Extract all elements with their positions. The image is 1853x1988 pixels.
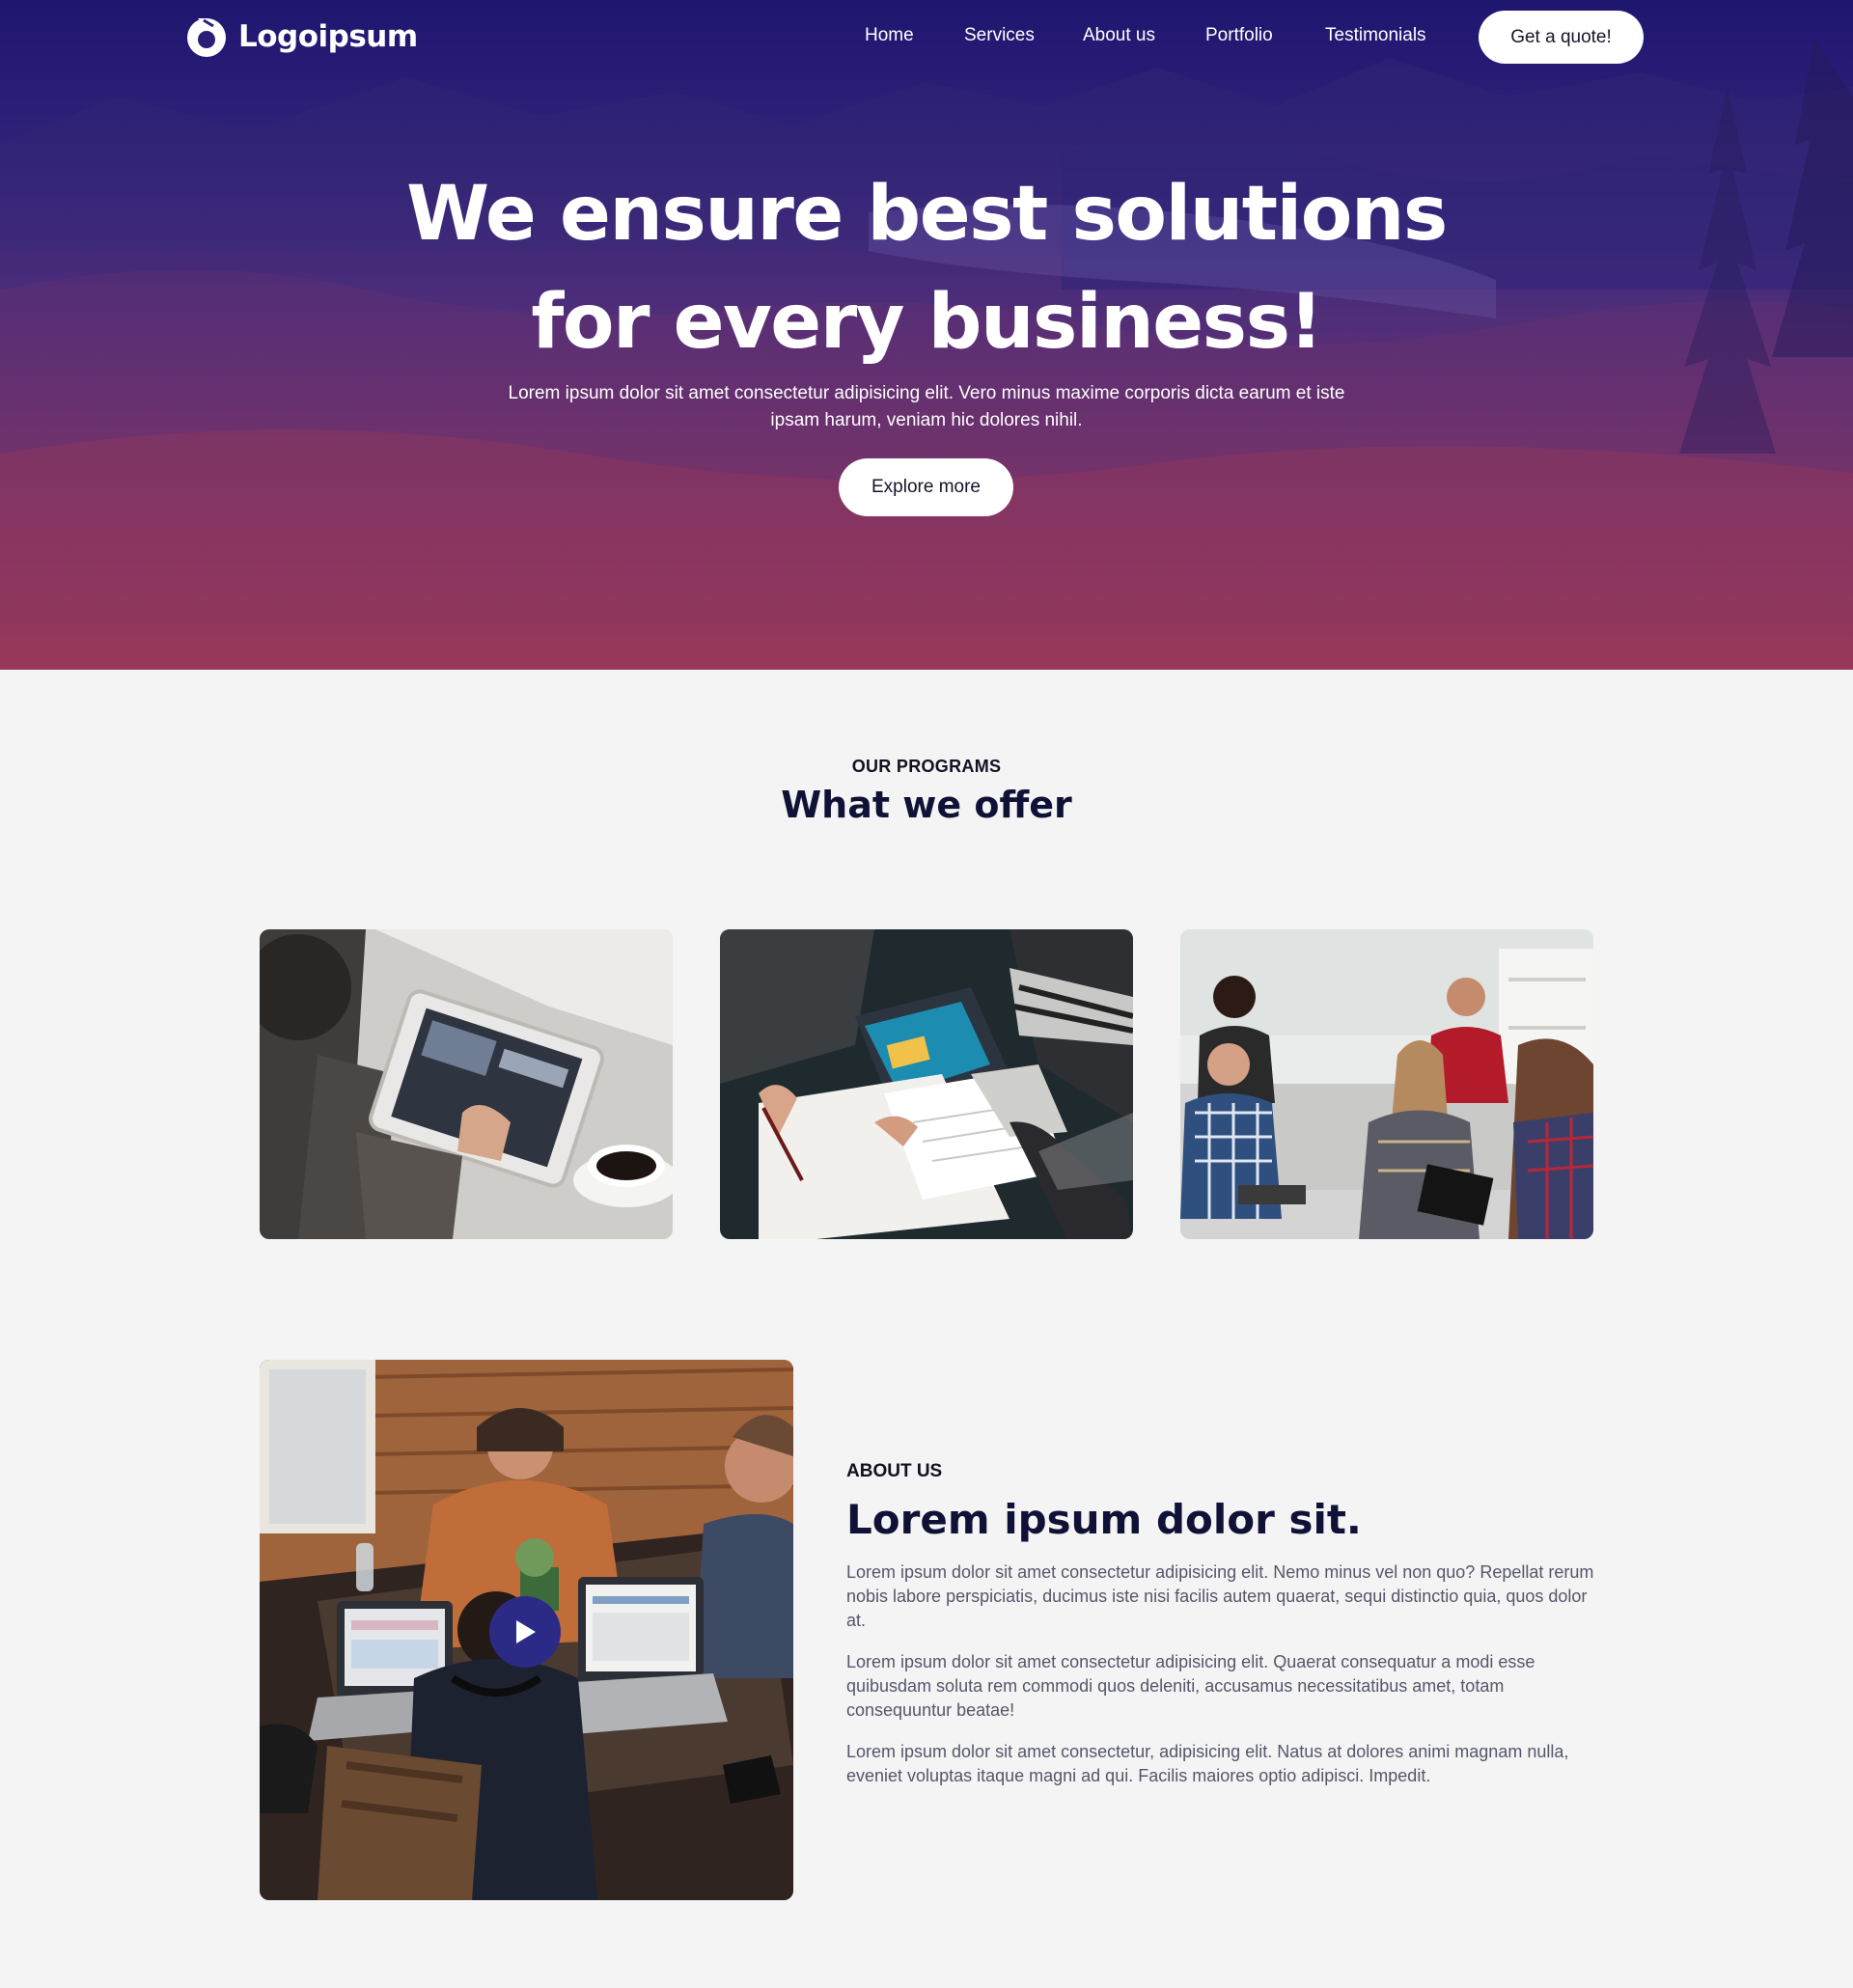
programs-title: What we offer <box>781 784 1072 826</box>
program-card-tablet[interactable] <box>260 929 673 1239</box>
nav-link-portfolio[interactable]: Portfolio <box>1205 25 1273 46</box>
about-video-thumbnail[interactable] <box>260 1360 793 1900</box>
play-video-button[interactable] <box>489 1596 561 1668</box>
logo-icon <box>187 18 226 57</box>
nav-link-testimonials[interactable]: Testimonials <box>1325 25 1426 46</box>
about-eyebrow: ABOUT US <box>846 1461 943 1481</box>
about-title: Lorem ipsum dolor sit. <box>846 1496 1362 1543</box>
nav-link-about-us[interactable]: About us <box>1083 25 1155 46</box>
hero-section: Logoipsum Home Services About us Portfol… <box>0 0 1853 670</box>
about-paragraph-1: Lorem ipsum dolor sit amet consectetur a… <box>846 1562 1594 1630</box>
hero-title-line-1: We ensure best solutions <box>406 171 1448 258</box>
get-quote-button[interactable]: Get a quote! <box>1479 11 1644 64</box>
nav-link-services[interactable]: Services <box>964 25 1035 46</box>
program-card-team-papers[interactable] <box>720 929 1133 1239</box>
hero-title-line-2: for every business! <box>531 279 1323 366</box>
nav-link-home[interactable]: Home <box>865 25 914 46</box>
hero-subtitle: Lorem ipsum dolor sit amet consectetur a… <box>508 383 1345 430</box>
program-image-tablet <box>260 929 673 1239</box>
explore-more-button[interactable]: Explore more <box>839 458 1013 516</box>
logo-text: Logoipsum <box>238 19 418 54</box>
program-image-meeting <box>1180 929 1593 1239</box>
top-navigation: Logoipsum Home Services About us Portfol… <box>0 0 1853 75</box>
program-card-meeting[interactable] <box>1180 929 1593 1239</box>
brand-logo[interactable]: Logoipsum <box>184 14 418 59</box>
hero-title: We ensure best solutions for every busin… <box>0 160 1853 376</box>
program-image-team-papers <box>720 929 1133 1239</box>
about-paragraph-3: Lorem ipsum dolor sit amet consectetur, … <box>846 1742 1569 1785</box>
play-icon <box>516 1620 536 1643</box>
about-paragraph-2: Lorem ipsum dolor sit amet consectetur a… <box>846 1652 1535 1720</box>
programs-eyebrow: OUR PROGRAMS <box>851 757 1002 776</box>
